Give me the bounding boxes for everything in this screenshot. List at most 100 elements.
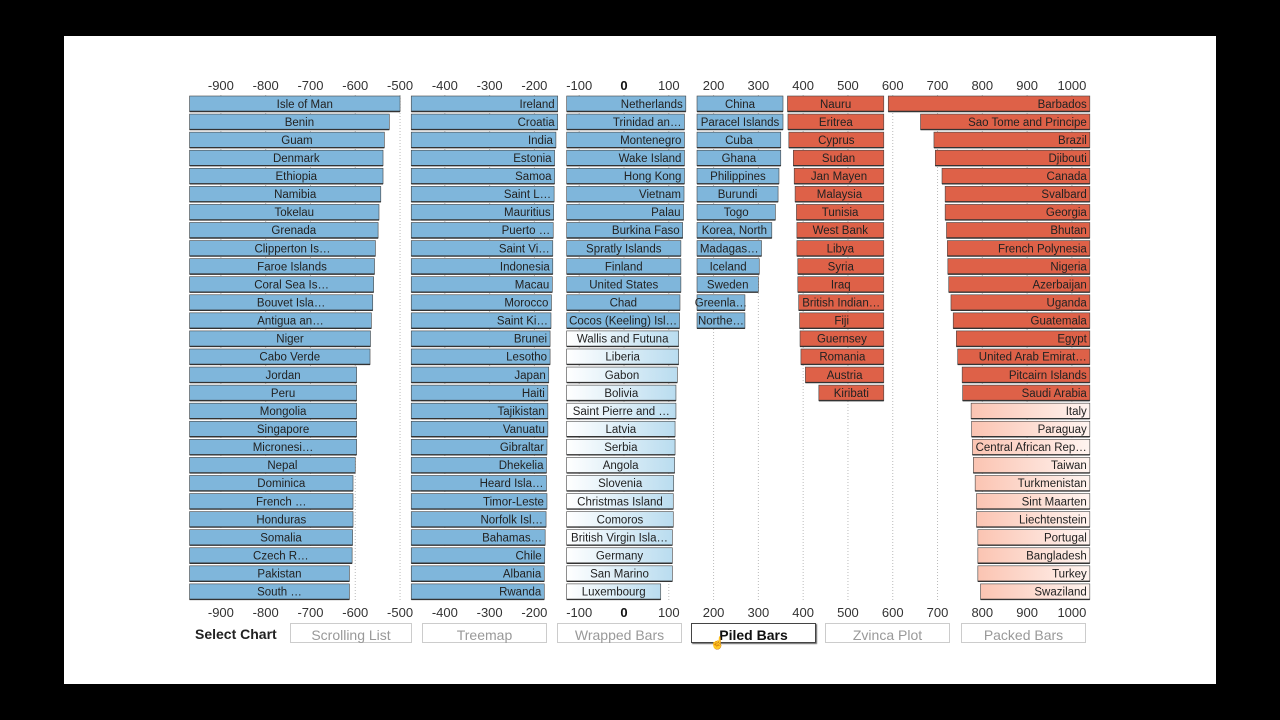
x-tick-label-top: 1000 bbox=[1057, 78, 1086, 93]
bar-label: Gibraltar bbox=[500, 442, 544, 454]
bar-label: Wake Island bbox=[619, 153, 682, 165]
bar-label: Barbados bbox=[1038, 99, 1087, 111]
bar-label: Chile bbox=[516, 551, 542, 563]
x-tick-label-bottom: 300 bbox=[748, 605, 770, 620]
bar-label: Timor-Leste bbox=[483, 496, 544, 508]
bar-label: French … bbox=[256, 496, 307, 508]
bar-label: Central African Rep… bbox=[976, 442, 1087, 454]
bar-label: British Indian… bbox=[802, 298, 880, 310]
x-tick-label-top: 500 bbox=[837, 78, 859, 93]
bar-label: Canada bbox=[1047, 171, 1088, 183]
x-tick-label-bottom: 0 bbox=[620, 605, 627, 620]
bar-label: Serbia bbox=[604, 442, 638, 454]
bar-label: Nepal bbox=[267, 460, 297, 472]
bar-label: Indonesia bbox=[500, 261, 550, 273]
bar-label: Tajikistan bbox=[498, 406, 545, 418]
bar-label: Austria bbox=[827, 370, 863, 382]
bar-label: Saint Pierre and … bbox=[573, 406, 670, 418]
bar-label: Micronesi… bbox=[253, 442, 314, 454]
bar-label: Djibouti bbox=[1048, 153, 1086, 165]
bar-label: French Polynesia bbox=[998, 243, 1087, 255]
x-tick-label-bottom: -700 bbox=[297, 605, 323, 620]
scrolling-list-button[interactable]: Scrolling List bbox=[290, 623, 412, 643]
bar-label: Paracel Islands bbox=[701, 117, 780, 129]
x-tick-label-top: -300 bbox=[477, 78, 503, 93]
bar-label: Morocco bbox=[504, 298, 548, 310]
x-tick-label-top: 700 bbox=[927, 78, 949, 93]
bar-label: Ireland bbox=[520, 99, 555, 111]
bar-label: Albania bbox=[503, 569, 542, 581]
bar-label: Vietnam bbox=[639, 189, 681, 201]
x-tick-label-bottom: 900 bbox=[1016, 605, 1038, 620]
bar-label: Ethiopia bbox=[276, 171, 318, 183]
bar-label: Latvia bbox=[606, 424, 637, 436]
x-tick-label-bottom: 600 bbox=[882, 605, 904, 620]
bar-label: Chad bbox=[610, 298, 638, 310]
bar-label: Liberia bbox=[605, 352, 640, 364]
x-tick-label-top: -200 bbox=[521, 78, 547, 93]
bar-label: Coral Sea Is… bbox=[254, 279, 329, 291]
bar-label: Germany bbox=[596, 551, 644, 563]
bar-label: Cyprus bbox=[818, 135, 855, 147]
bar-label: Ghana bbox=[722, 153, 757, 165]
bar-label: United Arab Emirat… bbox=[979, 352, 1087, 364]
bar-label: Turkmenistan bbox=[1018, 478, 1087, 490]
bar-label: United States bbox=[589, 279, 658, 291]
bar-label: Swaziland bbox=[1034, 587, 1086, 599]
bar-label: Nauru bbox=[820, 99, 851, 111]
bar-label: Montenegro bbox=[620, 135, 681, 147]
bar-label: Georgia bbox=[1046, 207, 1088, 219]
bar-label: Sudan bbox=[822, 153, 855, 165]
zvinca-plot-button[interactable]: Zvinca Plot bbox=[825, 623, 950, 643]
bar-label: Luxembourg bbox=[582, 587, 646, 599]
bar-label: Pitcairn Islands bbox=[1009, 370, 1087, 382]
bar-label: Greenla… bbox=[695, 298, 747, 310]
bar-label: Namibia bbox=[274, 189, 317, 201]
bar-label: Turkey bbox=[1052, 569, 1087, 581]
bar-label: West Bank bbox=[813, 225, 869, 237]
bar-label: Estonia bbox=[513, 153, 552, 165]
wrapped-bars-button[interactable]: Wrapped Bars bbox=[557, 623, 682, 643]
x-tick-label-bottom: -600 bbox=[342, 605, 368, 620]
bar-label: Egypt bbox=[1057, 334, 1087, 346]
bar-label: Brazil bbox=[1058, 135, 1087, 147]
bar-label: Isle of Man bbox=[277, 99, 333, 111]
x-tick-label-bottom: -500 bbox=[387, 605, 413, 620]
x-tick-label-bottom: 700 bbox=[927, 605, 949, 620]
x-tick-label-bottom: 500 bbox=[837, 605, 859, 620]
visualization-frame: -900 -900 -800 -800 -700 -700 -600 -600 -500 -500… bbox=[64, 36, 1216, 684]
bar-label: Paraguay bbox=[1038, 424, 1087, 436]
treemap-button[interactable]: Treemap bbox=[422, 623, 547, 643]
bar-label: Angola bbox=[603, 460, 639, 472]
bar-label: Saint Ki… bbox=[497, 316, 548, 328]
x-tick-label-bottom: -100 bbox=[566, 605, 592, 620]
bar-label: Singapore bbox=[257, 424, 309, 436]
bar-label: Finland bbox=[605, 261, 643, 273]
bar-column-4: China Paracel Islands Cuba Ghana Philippines… bbox=[695, 95, 784, 330]
bar-label: Macau bbox=[515, 279, 550, 291]
bar-label: Madagas… bbox=[700, 243, 759, 255]
bar-label: Gabon bbox=[605, 370, 640, 382]
bar-label: Cabo Verde bbox=[259, 352, 320, 364]
packed-bars-button[interactable]: Packed Bars bbox=[961, 623, 1086, 643]
bar-label: Denmark bbox=[273, 153, 320, 165]
bar-label: Somalia bbox=[260, 532, 302, 544]
bar-label: Benin bbox=[285, 117, 314, 129]
bar-label: Spratly Islands bbox=[586, 243, 662, 255]
x-tick-label-bottom: 200 bbox=[703, 605, 725, 620]
x-tick-label-top: 400 bbox=[792, 78, 814, 93]
bar-label: Peru bbox=[271, 388, 295, 400]
bar-label: Samoa bbox=[515, 171, 552, 183]
x-tick-label-top: -600 bbox=[342, 78, 368, 93]
bar-label: Haiti bbox=[522, 388, 545, 400]
bar-label: Vanuatu bbox=[503, 424, 545, 436]
hand-cursor-icon: ☝ bbox=[710, 636, 725, 650]
bar-label: Italy bbox=[1066, 406, 1087, 418]
x-tick-label-bottom: -900 bbox=[208, 605, 234, 620]
bar-label: Fiji bbox=[834, 316, 849, 328]
bar-label: San Marino bbox=[590, 569, 649, 581]
bar-label: Philippines bbox=[710, 171, 766, 183]
bar-label: Bolivia bbox=[604, 388, 638, 400]
bar-column-3: Netherlands Trinidad an… Montenegro Wake Is… bbox=[566, 95, 687, 601]
bar-label: Christmas Island bbox=[577, 496, 663, 508]
